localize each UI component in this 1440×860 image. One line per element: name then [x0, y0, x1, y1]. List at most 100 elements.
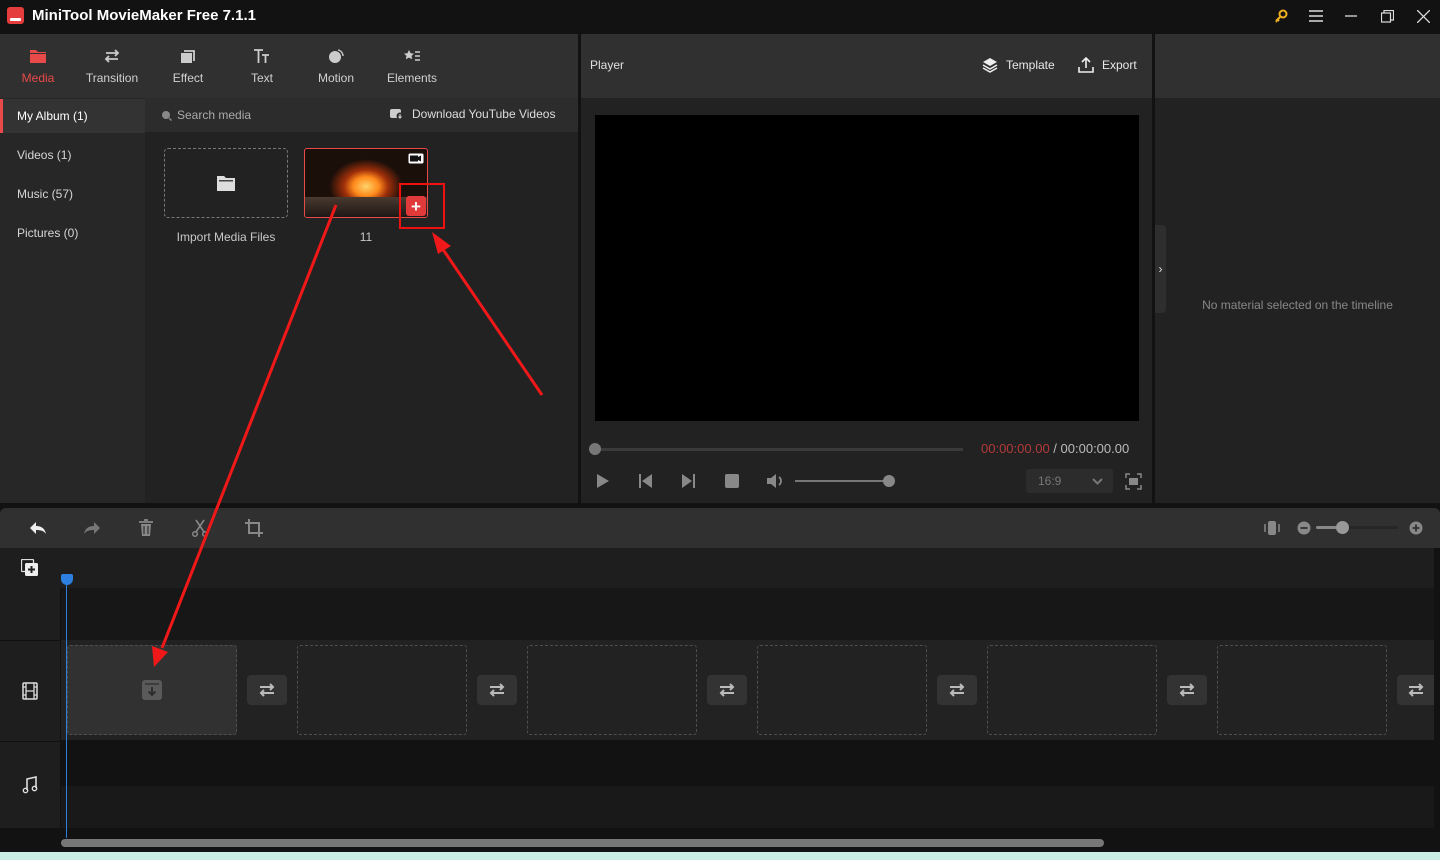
transition-slot[interactable] — [477, 675, 517, 705]
video-slot[interactable] — [297, 645, 467, 735]
aspect-ratio-value: 16:9 — [1038, 474, 1062, 488]
download-youtube-button[interactable]: Download YouTube Videos — [390, 107, 555, 121]
template-button[interactable]: Template — [982, 57, 1055, 73]
highlight-box — [399, 183, 445, 229]
swap-icon — [1179, 683, 1195, 697]
fit-timeline-icon[interactable] — [1262, 518, 1282, 538]
volume-handle[interactable] — [883, 475, 895, 487]
timeline-ruler[interactable] — [0, 548, 1434, 588]
sidebar-item-my-album[interactable]: My Album (1) — [0, 99, 145, 133]
player-header — [581, 34, 1152, 98]
tab-label: Motion — [317, 71, 355, 85]
effect-icon — [181, 50, 195, 63]
tab-media[interactable]: Media — [0, 34, 76, 98]
video-slot[interactable] — [757, 645, 927, 735]
video-preview[interactable] — [595, 115, 1139, 421]
overlay-track[interactable] — [61, 588, 1434, 640]
download-youtube-label: Download YouTube Videos — [412, 107, 556, 121]
app-title: MiniTool MovieMaker Free 7.1.1 — [32, 7, 256, 24]
total-time: 00:00:00.00 — [1060, 441, 1130, 456]
maximize-icon[interactable] — [1373, 4, 1401, 28]
transition-slot[interactable] — [1397, 675, 1434, 705]
sidebar-item-music[interactable]: Music (57) — [0, 177, 145, 211]
transition-slot[interactable] — [247, 675, 287, 705]
volume-icon[interactable] — [766, 472, 784, 490]
sidebar-item-videos[interactable]: Videos (1) — [0, 138, 145, 172]
add-track-icon[interactable] — [21, 559, 39, 577]
playhead-line[interactable] — [66, 580, 67, 838]
export-button[interactable]: Export — [1078, 57, 1137, 73]
delete-icon[interactable] — [136, 518, 156, 538]
time-separator: / — [1049, 441, 1061, 456]
undo-icon[interactable] — [28, 518, 48, 538]
video-slot[interactable] — [527, 645, 697, 735]
menu-icon[interactable] — [1302, 4, 1330, 28]
transition-slot[interactable] — [937, 675, 977, 705]
music-track-icon — [22, 776, 38, 794]
tab-transition[interactable]: Transition — [74, 34, 150, 98]
swap-icon — [949, 683, 965, 697]
tab-motion[interactable]: Motion — [298, 34, 374, 98]
search-input[interactable]: Search media — [177, 108, 251, 122]
export-icon — [1078, 57, 1094, 73]
tab-label: Elements — [386, 71, 438, 85]
zoom-out-icon[interactable] — [1297, 521, 1311, 535]
video-slot[interactable] — [67, 645, 237, 735]
youtube-download-icon — [390, 109, 404, 120]
layers-icon — [982, 58, 998, 73]
swap-icon — [719, 683, 735, 697]
audio-track-lower[interactable] — [61, 786, 1434, 828]
player-title: Player — [590, 58, 625, 72]
minimize-icon[interactable] — [1337, 4, 1365, 28]
drop-media-icon — [142, 680, 162, 700]
video-slot[interactable] — [1217, 645, 1387, 735]
timecode: 00:00:00.00 / 00:00:00.00 — [981, 441, 1129, 456]
swap-icon — [259, 683, 275, 697]
divider — [0, 741, 60, 742]
audio-track[interactable] — [61, 742, 1434, 786]
timeline-toolbar — [0, 508, 1440, 548]
aspect-ratio-select[interactable]: 16:9 — [1026, 469, 1113, 493]
chevron-down-icon — [1092, 477, 1103, 485]
sidebar-item-pictures[interactable]: Pictures (0) — [0, 216, 145, 250]
stop-icon[interactable] — [723, 472, 741, 490]
tab-text[interactable]: Text — [224, 34, 300, 98]
folder-icon — [30, 50, 46, 63]
tab-elements[interactable]: Elements — [374, 34, 450, 98]
properties-panel — [1155, 34, 1440, 503]
close-icon[interactable] — [1409, 4, 1437, 28]
previous-frame-icon[interactable] — [637, 472, 655, 490]
key-icon[interactable] — [1267, 4, 1295, 28]
folder-icon — [217, 175, 235, 191]
play-icon[interactable] — [594, 472, 612, 490]
properties-header — [1155, 34, 1440, 98]
taskbar-strip — [0, 852, 1440, 860]
no-selection-message: No material selected on the timeline — [1202, 298, 1393, 312]
fullscreen-icon[interactable] — [1125, 473, 1142, 490]
swap-icon — [489, 683, 505, 697]
transition-slot[interactable] — [707, 675, 747, 705]
video-track-icon — [22, 682, 38, 700]
crop-icon[interactable] — [244, 518, 264, 538]
zoom-slider-handle[interactable] — [1336, 521, 1349, 534]
horizontal-scrollbar[interactable] — [61, 839, 1104, 847]
tab-label: Text — [250, 71, 273, 85]
swap-icon — [1408, 683, 1423, 697]
video-slot[interactable] — [987, 645, 1157, 735]
swap-icon — [104, 49, 120, 63]
export-label: Export — [1102, 58, 1137, 72]
tab-effect[interactable]: Effect — [150, 34, 226, 98]
seek-handle[interactable] — [589, 443, 601, 455]
divider — [0, 640, 60, 641]
seek-bar[interactable] — [595, 448, 963, 451]
video-camera-icon — [408, 153, 424, 164]
elements-icon — [404, 50, 420, 61]
zoom-in-icon[interactable] — [1409, 521, 1423, 535]
transition-slot[interactable] — [1167, 675, 1207, 705]
redo-icon[interactable] — [82, 518, 102, 538]
volume-slider[interactable] — [795, 480, 888, 482]
tab-label: Effect — [172, 71, 204, 85]
split-icon[interactable] — [190, 518, 210, 538]
next-frame-icon[interactable] — [679, 472, 697, 490]
import-media-button[interactable] — [164, 148, 288, 218]
